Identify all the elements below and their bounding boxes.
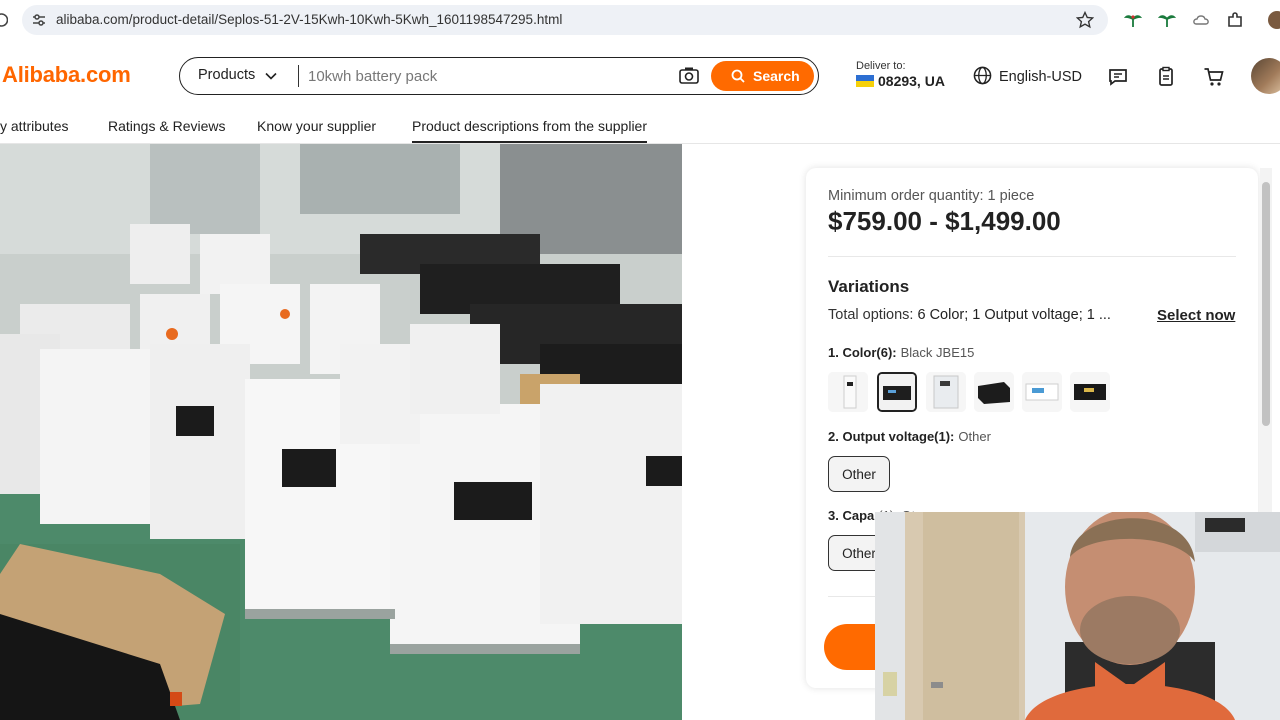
product-tabs: y attributes Ratings & Reviews Know your… [0,106,1280,144]
alibaba-logo[interactable]: Alibaba.com [2,62,131,88]
chevron-down-icon[interactable] [264,69,278,83]
tab-ratings-reviews[interactable]: Ratings & Reviews [108,118,226,134]
select-now-link[interactable]: Select now [1157,307,1235,324]
product-image[interactable] [0,144,682,720]
site-header: Alibaba.com Products Search Deliver to: … [0,40,1280,106]
color-swatch[interactable] [1070,372,1110,412]
panel-scrollbar-thumb[interactable] [1262,182,1270,426]
url-text[interactable]: alibaba.com/product-detail/Seplos-51-2V-… [56,12,562,27]
extension-leaf-icon[interactable] [1123,11,1143,29]
capacity-label: 3. Capa [828,508,875,523]
divider [828,256,1236,257]
user-avatar[interactable] [1251,58,1280,94]
search-icon [731,69,745,83]
deliver-value-wrap: 08293, UA [856,73,945,89]
extensions-puzzle-icon[interactable] [1226,11,1244,29]
search-category-dropdown[interactable]: Products [198,67,255,83]
deliver-label: Deliver to: [856,60,906,72]
color-label: 1. Color(6): [828,345,897,360]
globe-icon [973,66,992,85]
search-input[interactable] [306,62,666,90]
color-swatch[interactable] [974,372,1014,412]
deliver-to[interactable]: Deliver to: 08293, UA [856,60,945,89]
voltage-value: Other [958,429,991,444]
color-swatch[interactable] [926,372,966,412]
color-swatch[interactable] [1022,372,1062,412]
tab-attributes[interactable]: y attributes [0,118,68,134]
total-options: Total options: 6 Color; 1 Output voltage… [828,307,1111,323]
color-value: Black JBE15 [900,345,975,360]
tab-product-descriptions[interactable]: Product descriptions from the supplier [412,118,647,143]
profile-avatar-icon[interactable] [1268,11,1280,29]
extension-leaf-icon[interactable] [1157,11,1177,29]
total-options-value: 6 Color; 1 Output voltage; 1 ... [917,307,1111,323]
voltage-label: 2. Output voltage(1): [828,429,955,444]
tab-know-supplier[interactable]: Know your supplier [257,118,376,134]
reload-icon[interactable] [0,10,9,30]
language-currency[interactable]: English-USD [973,66,1082,85]
price-range: $759.00 - $1,499.00 [828,206,1061,236]
total-options-label: Total options: [828,307,914,323]
minimum-order-quantity: Minimum order quantity: 1 piece [828,188,1035,204]
language-label: English-USD [999,69,1082,85]
site-info-icon[interactable] [32,13,46,27]
variations-title: Variations [828,277,910,296]
search-button[interactable]: Search [711,61,814,91]
ukraine-flag-icon [856,74,874,87]
voltage-attribute-label: 2. Output voltage(1): Other [828,429,991,444]
webcam-overlay [875,512,1280,720]
camera-icon[interactable] [678,66,700,86]
color-swatch[interactable] [828,372,868,412]
message-icon[interactable] [1107,66,1129,88]
address-bar[interactable]: alibaba.com/product-detail/Seplos-51-2V-… [22,5,1108,35]
search-button-label: Search [753,68,800,84]
deliver-value: 08293, UA [878,73,945,89]
search-divider [298,65,299,87]
orders-icon[interactable] [1155,66,1177,88]
extension-cloud-icon[interactable] [1192,11,1210,29]
cart-icon[interactable] [1203,66,1225,88]
browser-toolbar: alibaba.com/product-detail/Seplos-51-2V-… [0,0,1280,40]
voltage-option-button[interactable]: Other [828,456,890,492]
color-swatch-selected[interactable] [877,372,917,412]
search-bar: Products Search [179,57,819,95]
color-attribute-label: 1. Color(6): Black JBE15 [828,345,974,360]
bookmark-star-icon[interactable] [1075,10,1095,29]
